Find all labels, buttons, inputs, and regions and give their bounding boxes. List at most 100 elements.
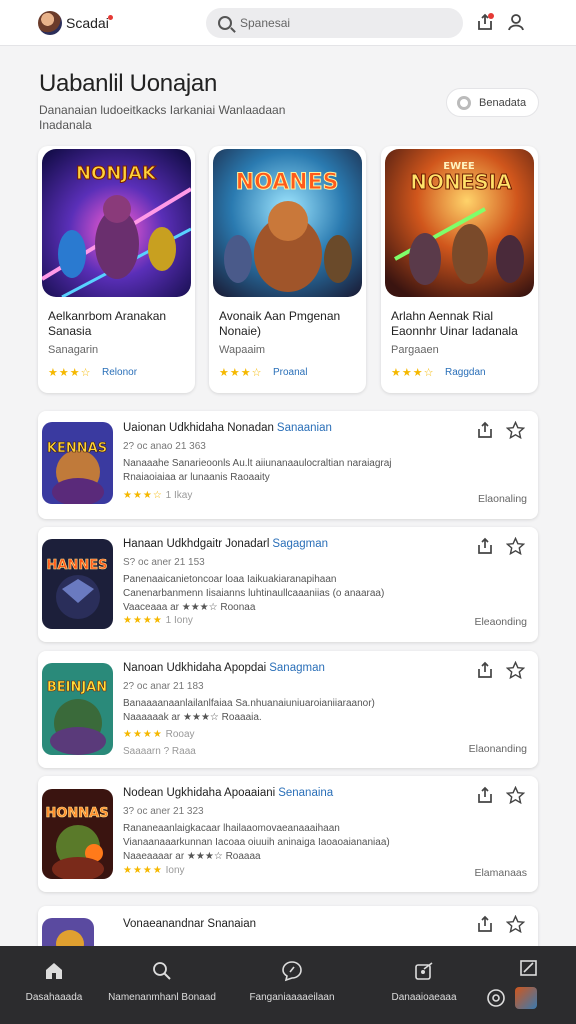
- item-title-text: Hanaan Udkhdgaitr Jonadarl: [123, 538, 270, 550]
- share-icon[interactable]: [476, 786, 494, 804]
- description-line: Naaeaaaar ar ★★★☆ Roaaaa: [123, 851, 261, 862]
- item-tag[interactable]: Senanaina: [278, 787, 333, 799]
- top-bar: Scadai: [0, 0, 576, 46]
- filter-button-label: Benadata: [479, 96, 527, 109]
- featured-card[interactable]: EWEE NONESIA Arlahn Aennak Rial Eaonnhr …: [381, 146, 538, 393]
- home-icon: [46, 963, 62, 979]
- item-title-text: Nanoan Udkhidaha Apopdai: [123, 662, 267, 674]
- nav-item-home[interactable]: Dasahaaada: [24, 960, 84, 1003]
- card-link[interactable]: Raggdan: [445, 367, 486, 378]
- star-icon[interactable]: [506, 786, 525, 805]
- star-icon[interactable]: [506, 661, 525, 680]
- item-status-label: Eleaonding: [474, 616, 527, 628]
- description-line: Rnaiaoiaiaa ar lunaanis Raoaaity: [123, 472, 270, 483]
- item-meta: ★★★★ Iony: [123, 865, 185, 876]
- share-icon[interactable]: [476, 13, 494, 31]
- game-thumbnail: HONNAS: [42, 789, 113, 879]
- description-line: Canenarbanmenn Iisaianns luhtinaullcaaan…: [123, 588, 385, 599]
- thumb-title: KENNAS: [47, 441, 107, 456]
- item-title: Hanaan Udkhdgaitr Jonadarl Sagagman: [123, 538, 328, 550]
- chat-icon: [282, 961, 302, 982]
- search-input[interactable]: [240, 16, 440, 30]
- description-line: Vaaceaaa ar ★★★☆ Roonaa: [123, 602, 256, 613]
- edit-icon[interactable]: [519, 958, 539, 978]
- bottom-navigation: Dasahaaada Namenanmhanl Bonaad Fanganiaa…: [0, 946, 576, 1024]
- list-item[interactable]: HONNAS Nodean Ugkhidaha Apoaaiani Senanai…: [38, 776, 538, 892]
- item-title: Uaionan Udkhidaha Nonadan Sanaanian: [123, 422, 332, 434]
- card-subtitle: Wapaaim: [219, 344, 266, 356]
- thumb-title: HANNES: [47, 558, 108, 573]
- item-meta: ★★★★ Rooay: [123, 729, 195, 740]
- profile-avatar[interactable]: [515, 987, 537, 1009]
- share-icon[interactable]: [476, 537, 494, 555]
- featured-card[interactable]: NONJAK Aelkanrbom Aranakan Sanasia Sanag…: [38, 146, 195, 393]
- nav-item-chat[interactable]: Fanganiaaaaeilaan: [240, 960, 344, 1003]
- card-title: Aelkanrbom Aranakan Sanasia: [48, 309, 167, 338]
- nav-label: Namenanmhanl Bonaad: [108, 992, 216, 1003]
- filter-button[interactable]: Benadata: [446, 88, 539, 117]
- share-icon[interactable]: [476, 915, 494, 933]
- item-tag[interactable]: Sanagman: [269, 662, 325, 674]
- notification-dot: [107, 14, 113, 20]
- art-title: NONJAK: [76, 163, 157, 184]
- item-date: S? oc aner 21 153: [123, 557, 205, 568]
- share-icon[interactable]: [476, 421, 494, 439]
- settings-icon[interactable]: [486, 988, 506, 1008]
- card-link[interactable]: Relonor: [102, 367, 137, 378]
- nav-label: Dasahaaada: [25, 992, 83, 1003]
- item-description: Panenaaicanietoncoar loaa Iaikuakiaranap…: [123, 573, 423, 615]
- thumb-title: BEINJAN: [47, 680, 107, 695]
- star-icon[interactable]: [506, 537, 525, 556]
- nav-label: Danaaioaeaaa: [391, 992, 457, 1003]
- item-meta-secondary: Saaaarn ? Raaa: [123, 746, 196, 757]
- art-title: NONESIA: [410, 170, 512, 194]
- user-icon[interactable]: [507, 13, 525, 31]
- star-icon[interactable]: [506, 421, 525, 440]
- page-subtitle: Dananaian ludoeitkacks Iarkaniai Wanlaad…: [39, 103, 286, 132]
- nav-label: Fanganiaaaaeilaan: [249, 992, 335, 1003]
- game-thumbnail: HANNES: [42, 539, 113, 629]
- item-meta: ★★★☆ 1 Ikay: [123, 490, 192, 501]
- item-date: 3? oc aner 21 323: [123, 806, 204, 817]
- meta-text: 1 Iony: [165, 615, 193, 626]
- item-title: Vonaeanandnar Snanaian: [123, 918, 257, 930]
- page-title: Uabanlil Uonajan: [39, 70, 217, 97]
- description-line: Nanaaahe Sanarieoonls Au.lt aiiunanaaulo…: [123, 458, 392, 469]
- item-description: Nanaaahe Sanarieoonls Au.lt aiiunanaaulo…: [123, 457, 423, 485]
- meta-text: 1 Ikay: [165, 490, 193, 501]
- description-line: Panenaaicanietoncoar loaa Iaikuakiaranap…: [123, 574, 337, 585]
- brand-label: Scadai: [66, 14, 109, 31]
- search-bar[interactable]: [206, 8, 463, 38]
- featured-card[interactable]: NOANES Avonaik Aan Pmgenan Nonaie) Wapaa…: [209, 146, 366, 393]
- list-item[interactable]: BEINJAN Nanoan Udkhidaha Apopdai Sanagman…: [38, 651, 538, 768]
- game-art: NOANES: [213, 149, 362, 297]
- card-link[interactable]: Proanal: [273, 367, 307, 378]
- item-tag[interactable]: Sanaanian: [277, 422, 332, 434]
- rating-stars: ★★★☆: [391, 367, 435, 379]
- description-line: Naaaaaak ar ★★★☆ Roaaaia.: [123, 712, 262, 723]
- star-icon[interactable]: [506, 915, 525, 934]
- card-title: Avonaik Aan Pmgenan Nonaie): [219, 309, 341, 338]
- list-item[interactable]: KENNAS Uaionan Udkhidaha Nonadan Sanaania…: [38, 411, 538, 519]
- item-date: 2? oc anao 21 363: [123, 441, 206, 452]
- rating-stars: ★★★★: [123, 615, 163, 626]
- item-date: 2? oc anar 21 183: [123, 681, 204, 692]
- filter-icon: [457, 95, 471, 110]
- meta-text: Iony: [165, 865, 185, 876]
- nav-item-library[interactable]: Danaaioaeaaa: [380, 960, 468, 1003]
- item-tag[interactable]: Sagagman: [272, 538, 328, 550]
- card-subtitle: Sanagarin: [48, 344, 99, 356]
- list-item[interactable]: HANNES Hanaan Udkhdgaitr Jonadarl Sagagma…: [38, 527, 538, 642]
- share-icon[interactable]: [476, 661, 494, 679]
- card-title: Arlahn Aennak Rial Eaonnhr Uinar Iadanal…: [391, 309, 518, 338]
- item-title-text: Nodean Ugkhidaha Apoaaiani: [123, 787, 276, 799]
- rating-stars: ★★★☆: [48, 367, 92, 379]
- nav-item-search[interactable]: Namenanmhanl Bonaad: [104, 960, 220, 1003]
- avatar[interactable]: [38, 10, 62, 35]
- item-title-text: Uaionan Udkhidaha Nonadan: [123, 422, 274, 434]
- game-thumbnail: BEINJAN: [42, 663, 113, 755]
- item-description: Banaaaanaanlailanlfaiaa Sa.nhuanaiuniuar…: [123, 697, 423, 725]
- app-brand[interactable]: Scadai: [66, 14, 113, 31]
- art-title: NOANES: [236, 170, 339, 195]
- description-line: Vianaanaaarkunnan Iacoaa oiuuih aninaiga…: [123, 837, 390, 848]
